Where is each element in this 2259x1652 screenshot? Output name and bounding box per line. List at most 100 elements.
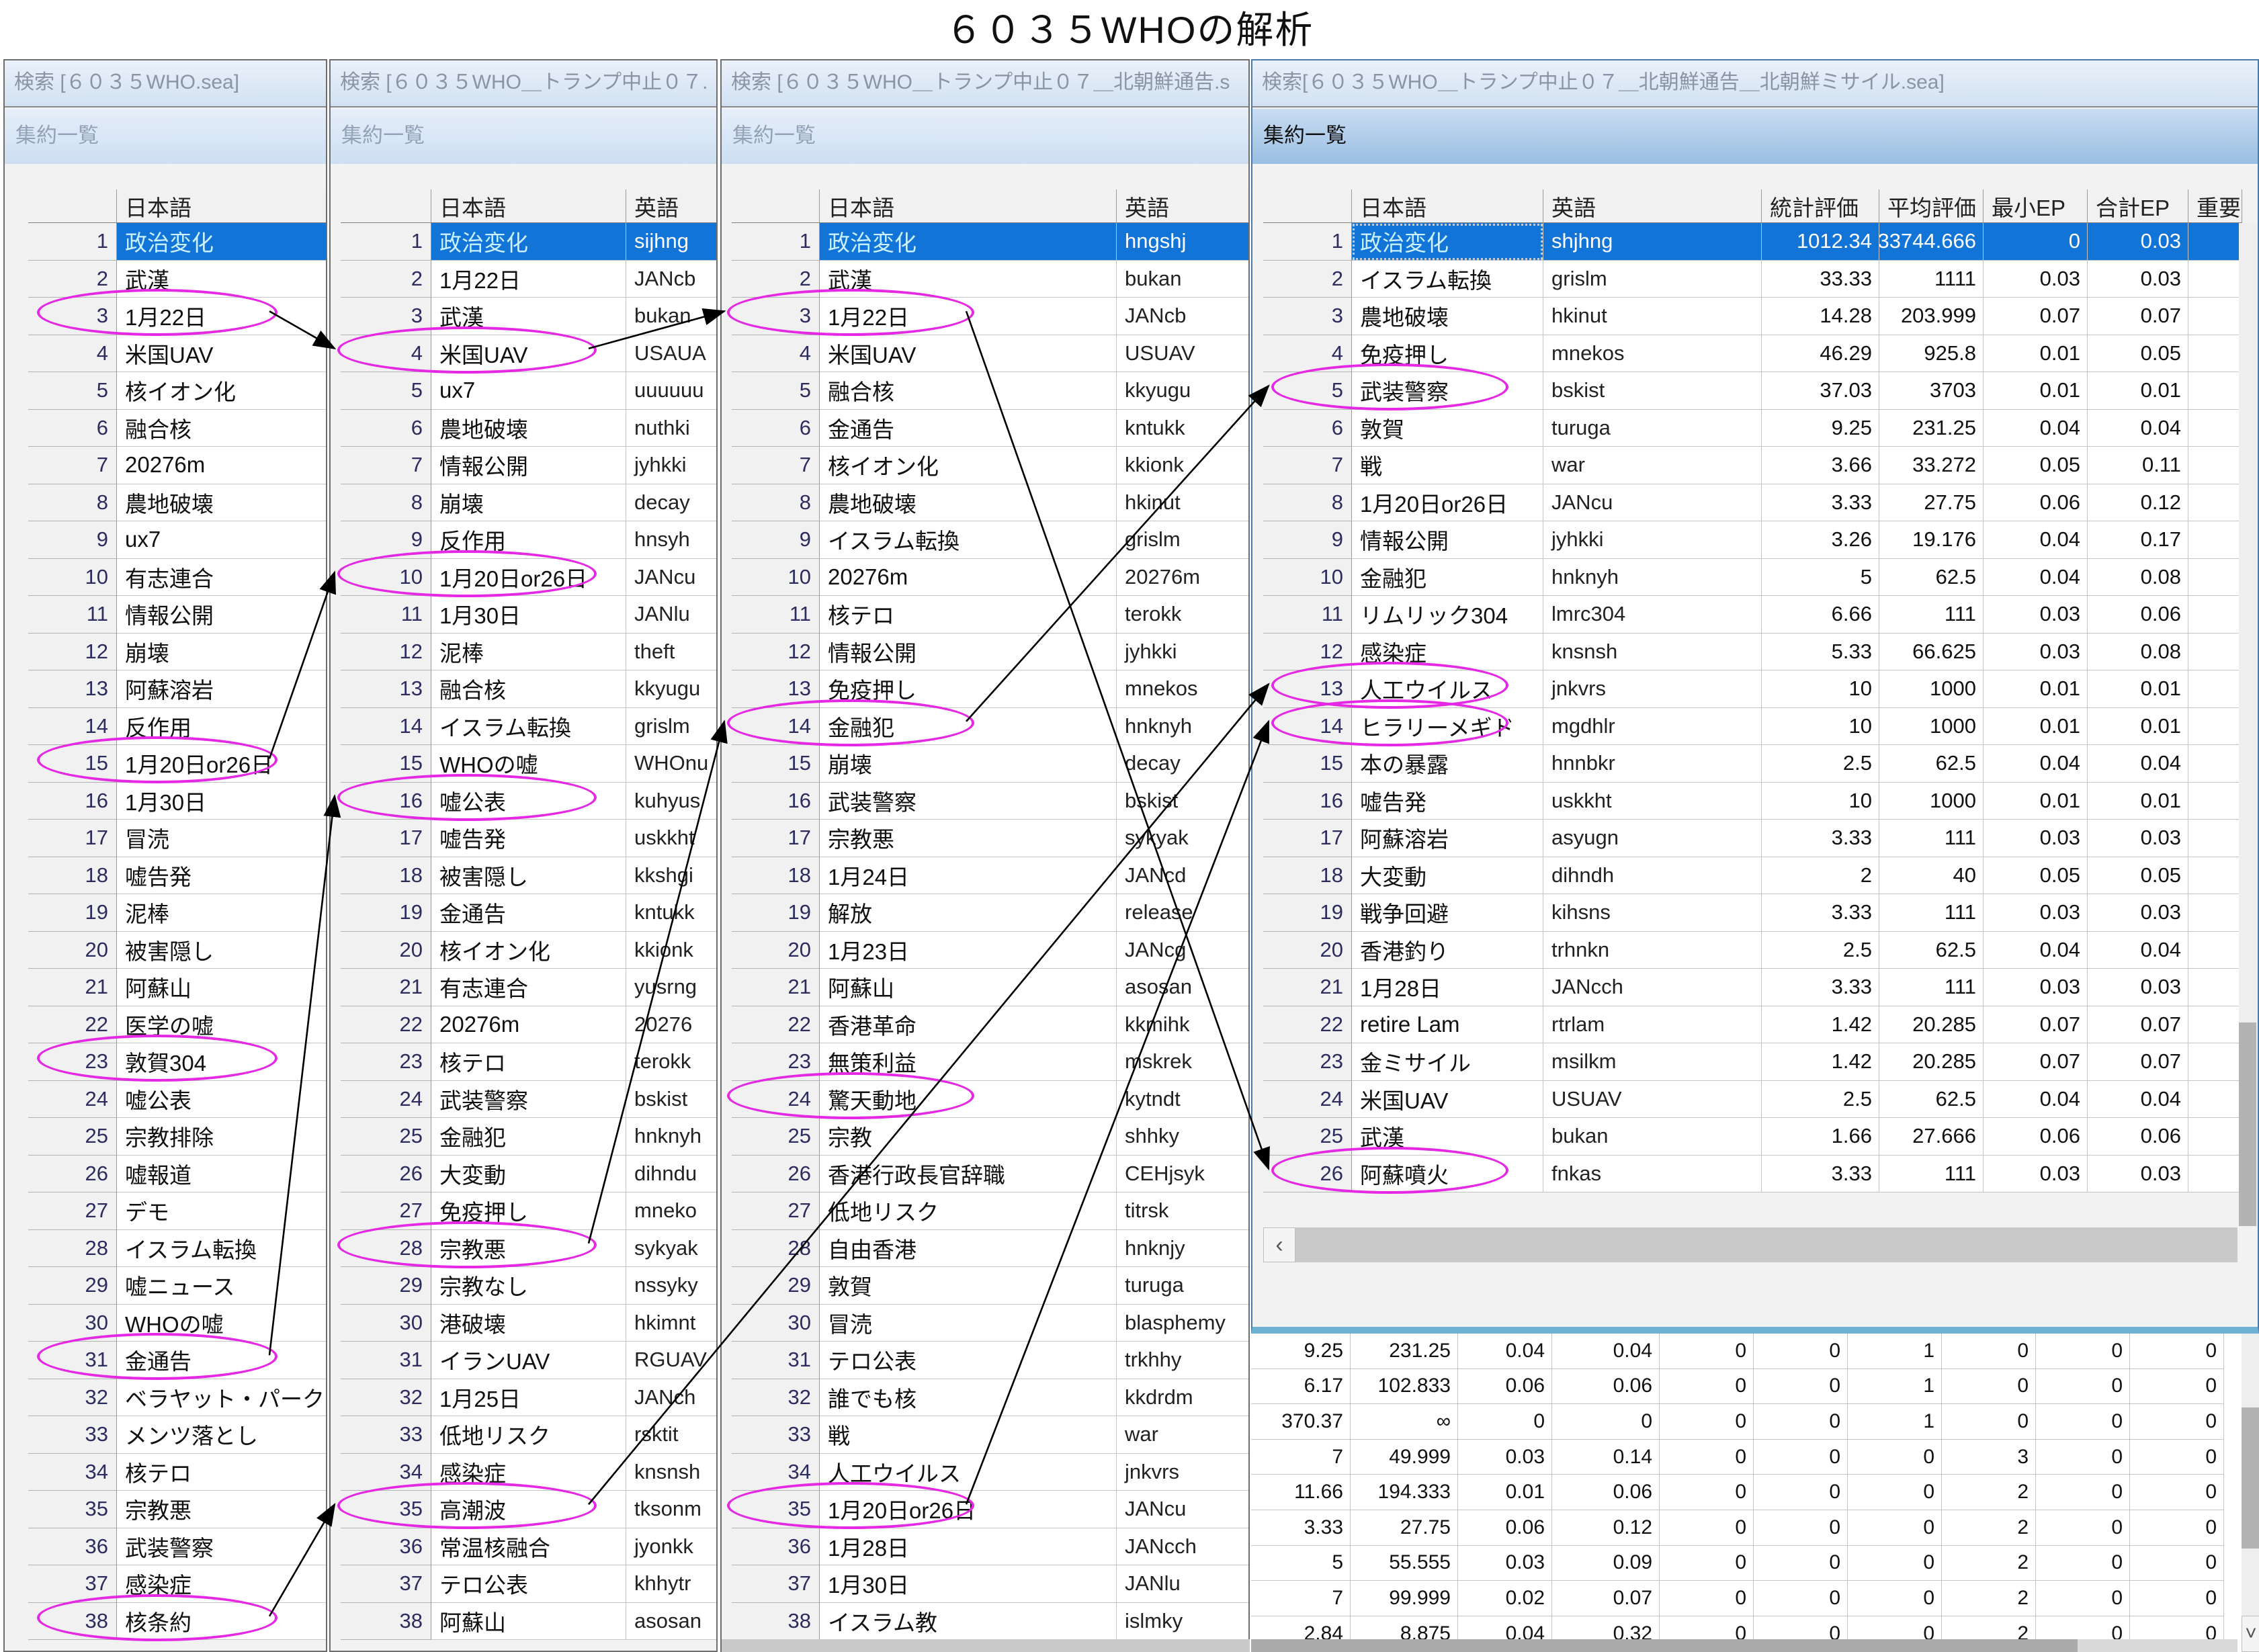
- table-cell[interactable]: ∞: [1351, 1404, 1458, 1440]
- table-cell[interactable]: 0: [1660, 1546, 1754, 1581]
- table-cell[interactable]: jyhkki: [1117, 634, 1250, 671]
- table-cell[interactable]: 1月25日: [431, 1379, 626, 1417]
- table-cell[interactable]: 15: [1263, 745, 1352, 783]
- table-cell[interactable]: jyhkki: [626, 447, 718, 484]
- table-cell[interactable]: 27: [732, 1192, 820, 1230]
- table-cell[interactable]: イスラム転換: [431, 708, 626, 746]
- table-row[interactable]: 12泥棒theft: [341, 634, 718, 671]
- table-cell[interactable]: 1: [1848, 1369, 1942, 1405]
- column-header[interactable]: [341, 189, 431, 223]
- table-cell[interactable]: 武漢: [820, 261, 1117, 298]
- table-cell[interactable]: 0: [1754, 1546, 1848, 1581]
- table-cell[interactable]: JANcg: [1117, 932, 1250, 969]
- table-cell[interactable]: 8: [341, 484, 431, 522]
- table-cell[interactable]: hnknyh: [626, 1118, 718, 1156]
- table-cell[interactable]: 農地破壊: [431, 410, 626, 447]
- table-cell[interactable]: 免疫押し: [1352, 335, 1543, 373]
- table-cell[interactable]: 12: [28, 634, 117, 671]
- table-cell[interactable]: 崩壊: [820, 745, 1117, 783]
- table-cell[interactable]: 2: [1942, 1546, 2036, 1581]
- table-cell[interactable]: 0.03: [1458, 1440, 1552, 1475]
- table-cell[interactable]: WHOの嘘: [117, 1305, 327, 1342]
- table-row[interactable]: 24武装警察bskist: [341, 1081, 718, 1119]
- table-cell[interactable]: 111: [1879, 1156, 1984, 1193]
- table-cell[interactable]: 7: [1263, 447, 1352, 484]
- table-cell[interactable]: trkhhy: [1117, 1342, 1250, 1379]
- table-cell[interactable]: 0.03: [1984, 596, 2088, 634]
- table-cell[interactable]: 33: [28, 1416, 117, 1454]
- table-cell[interactable]: 3.66: [1762, 447, 1879, 484]
- window-title-bar[interactable]: 検索 [６０３５WHO＿トランプ中止０７＿北朝鮮通告.s: [722, 60, 1248, 107]
- table-cell[interactable]: 12: [732, 634, 820, 671]
- table-cell[interactable]: 0: [1552, 1404, 1660, 1440]
- table-cell[interactable]: 宗教悪: [117, 1491, 327, 1528]
- table-cell[interactable]: 0: [1942, 1369, 2036, 1405]
- table-cell[interactable]: dihndu: [626, 1156, 718, 1193]
- table-cell[interactable]: 0.01: [2088, 372, 2188, 410]
- table-cell[interactable]: 1: [1848, 1404, 1942, 1440]
- table-cell[interactable]: 人工ウイルス: [820, 1454, 1117, 1491]
- column-header[interactable]: 重要: [2188, 189, 2242, 223]
- table-cell[interactable]: kkyugu: [1117, 372, 1250, 410]
- table-row[interactable]: 26大変動dihndu: [341, 1156, 718, 1193]
- table-cell[interactable]: 0: [1754, 1334, 1848, 1369]
- table-cell[interactable]: 0: [1942, 1334, 2036, 1369]
- overflow-row[interactable]: 11.66194.3330.010.06000200: [1251, 1475, 2224, 1510]
- table-cell[interactable]: 17: [732, 820, 820, 857]
- table-cell[interactable]: uuuuuu: [626, 372, 718, 410]
- scrollbar-track[interactable]: [1295, 1227, 2237, 1262]
- table-cell[interactable]: theft: [626, 634, 718, 671]
- table-cell[interactable]: 0: [1754, 1440, 1848, 1475]
- table-row[interactable]: 14イスラム転換grislm: [341, 708, 718, 746]
- table-cell[interactable]: 0.06: [1552, 1475, 1660, 1510]
- table-cell[interactable]: 11.66: [1251, 1475, 1351, 1510]
- table-cell[interactable]: 49.999: [1351, 1440, 1458, 1475]
- table-row[interactable]: 3農地破壊hkinut14.28203.9990.070.07: [1263, 298, 2242, 335]
- table-cell[interactable]: 20: [1263, 932, 1352, 969]
- table-row[interactable]: 11核テロterokk: [732, 596, 1250, 634]
- table-cell[interactable]: 19.176: [1879, 521, 1984, 559]
- table-cell[interactable]: 0: [2130, 1404, 2224, 1440]
- table-row[interactable]: 2イスラム転換grislm33.3311110.030.03: [1263, 261, 2242, 298]
- table-cell[interactable]: hkimnt: [626, 1305, 718, 1342]
- table-cell[interactable]: 阿蘇山: [117, 969, 327, 1006]
- table-cell[interactable]: 0: [1848, 1510, 1942, 1546]
- table-cell[interactable]: 米国UAV: [1352, 1081, 1543, 1119]
- table-cell[interactable]: 24: [732, 1081, 820, 1119]
- table-cell[interactable]: 米国UAV: [431, 335, 626, 373]
- table-cell[interactable]: 15: [28, 745, 117, 783]
- table-cell[interactable]: 1月30日: [117, 783, 327, 820]
- table-cell[interactable]: 3.33: [1762, 894, 1879, 932]
- table-cell[interactable]: 1月28日: [820, 1528, 1117, 1566]
- table-cell[interactable]: 14: [1263, 708, 1352, 746]
- table-cell[interactable]: blasphemy: [1117, 1305, 1250, 1342]
- table-cell[interactable]: 感染症: [117, 1565, 327, 1603]
- table-cell[interactable]: 宗教排除: [117, 1118, 327, 1156]
- overflow-row[interactable]: 9.25231.250.040.04001000: [1251, 1334, 2224, 1369]
- table-cell[interactable]: 0: [1754, 1404, 1848, 1440]
- table-cell[interactable]: 戦: [1352, 447, 1543, 484]
- table-row[interactable]: 1政治変化sijhng: [341, 223, 718, 261]
- table-row[interactable]: 20被害隠し: [28, 932, 327, 969]
- table-cell[interactable]: hnknjy: [1117, 1230, 1250, 1268]
- table-row[interactable]: 5ux7uuuuuu: [341, 372, 718, 410]
- table-cell[interactable]: mneko: [626, 1192, 718, 1230]
- table-cell[interactable]: 1.66: [1762, 1118, 1879, 1156]
- table-cell[interactable]: [2188, 745, 2242, 783]
- table-cell[interactable]: 16: [1263, 783, 1352, 820]
- table-cell[interactable]: fnkas: [1543, 1156, 1762, 1193]
- table-cell[interactable]: 6: [732, 410, 820, 447]
- table-cell[interactable]: JANcch: [1117, 1528, 1250, 1566]
- table-cell[interactable]: jnkvrs: [1543, 670, 1762, 708]
- table-cell[interactable]: grislm: [1117, 521, 1250, 559]
- table-cell[interactable]: [2188, 484, 2242, 522]
- table-cell[interactable]: 20: [341, 932, 431, 969]
- table-cell[interactable]: 34: [732, 1454, 820, 1491]
- table-cell[interactable]: JANcu: [1117, 1491, 1250, 1528]
- table-cell[interactable]: [2188, 447, 2242, 484]
- table-row[interactable]: 351月20日or26日JANcu: [732, 1491, 1250, 1528]
- table-cell[interactable]: 22: [341, 1006, 431, 1044]
- table-row[interactable]: 38核条約: [28, 1603, 327, 1641]
- table-cell[interactable]: [2188, 298, 2242, 335]
- table-cell[interactable]: 34: [341, 1454, 431, 1491]
